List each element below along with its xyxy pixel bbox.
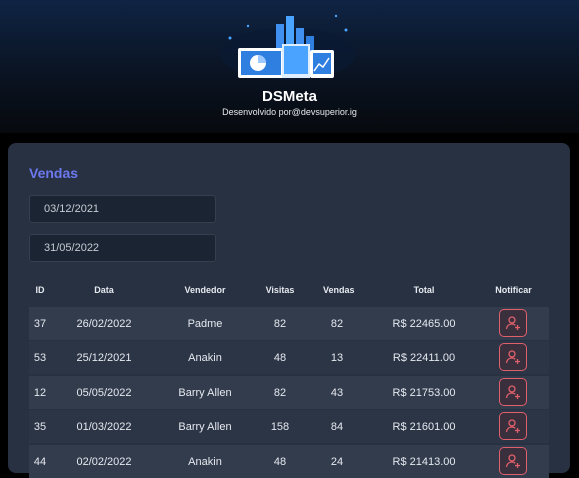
table-header: ID Data Vendedor Visitas Vendas Total No…	[29, 279, 549, 301]
cell-total: R$ 21413.00	[392, 456, 456, 468]
cell-visits: 158	[270, 421, 290, 433]
col-sales: Vendas	[323, 285, 355, 295]
table-row: 53 25/12/2021 Anakin 48 13 R$ 22411.00	[29, 341, 549, 374]
col-id: ID	[35, 285, 45, 295]
cell-date: 26/02/2022	[76, 318, 132, 330]
cell-sales: 84	[330, 421, 344, 433]
cell-seller: Padme	[187, 318, 223, 330]
dashboard-logo-icon	[220, 14, 356, 80]
cell-visits: 82	[273, 387, 287, 399]
cell-sales: 13	[330, 352, 344, 364]
cell-id: 37	[33, 318, 47, 330]
cell-date: 25/12/2021	[76, 352, 132, 364]
cell-id: 12	[33, 387, 47, 399]
cell-id: 53	[33, 352, 47, 364]
cell-seller: Barry Allen	[178, 421, 232, 433]
cell-total: R$ 21601.00	[392, 421, 456, 433]
col-visits: Visitas	[265, 285, 295, 295]
cell-seller: Anakin	[188, 456, 222, 468]
cell-visits: 48	[273, 456, 287, 468]
app-title: DSMeta	[261, 88, 317, 105]
cell-id: 35	[33, 421, 47, 433]
cell-sales: 24	[330, 456, 344, 468]
col-total: Total	[413, 285, 435, 295]
notify-button[interactable]	[499, 309, 527, 337]
cell-seller: Anakin	[188, 352, 222, 364]
col-notify: Notificar	[495, 285, 532, 295]
max-date-input[interactable]	[29, 234, 216, 262]
cell-total: R$ 22411.00	[392, 352, 456, 364]
sales-card: Vendas ID Data Vendedor Visitas Vendas T…	[8, 143, 570, 478]
app-subtitle: Desenvolvido por@devsuperior.ig	[222, 107, 357, 117]
notify-user-icon	[505, 454, 520, 468]
min-date-input[interactable]	[29, 195, 216, 223]
notify-user-icon	[505, 316, 520, 330]
cell-total: R$ 21753.00	[392, 387, 456, 399]
cell-visits: 82	[273, 318, 287, 330]
cell-id: 44	[33, 456, 47, 468]
sales-title: Vendas	[29, 165, 79, 181]
notify-button[interactable]	[499, 412, 527, 440]
table-row: 12 05/05/2022 Barry Allen 82 43 R$ 21753…	[29, 376, 549, 409]
notify-user-icon	[505, 385, 520, 399]
table-row: 44 02/02/2022 Anakin 48 24 R$ 21413.00	[29, 445, 549, 478]
cell-sales: 43	[330, 387, 344, 399]
table-row: 37 26/02/2022 Padme 82 82 R$ 22465.00	[29, 307, 549, 340]
table-row: 35 01/03/2022 Barry Allen 158 84 R$ 2160…	[29, 410, 549, 443]
col-date: Data	[94, 285, 114, 295]
cell-date: 02/02/2022	[76, 456, 132, 468]
notify-button[interactable]	[499, 447, 527, 475]
app-header: DSMeta Desenvolvido por@devsuperior.ig	[0, 0, 579, 133]
notify-user-icon	[505, 419, 520, 433]
cell-date: 05/05/2022	[76, 387, 132, 399]
notify-user-icon	[505, 350, 520, 364]
col-seller: Vendedor	[184, 285, 226, 295]
notify-button[interactable]	[499, 343, 527, 371]
cell-sales: 82	[330, 318, 344, 330]
cell-total: R$ 22465.00	[392, 318, 456, 330]
cell-visits: 48	[273, 352, 287, 364]
cell-seller: Barry Allen	[178, 387, 232, 399]
cell-date: 01/03/2022	[76, 421, 132, 433]
notify-button[interactable]	[499, 378, 527, 406]
